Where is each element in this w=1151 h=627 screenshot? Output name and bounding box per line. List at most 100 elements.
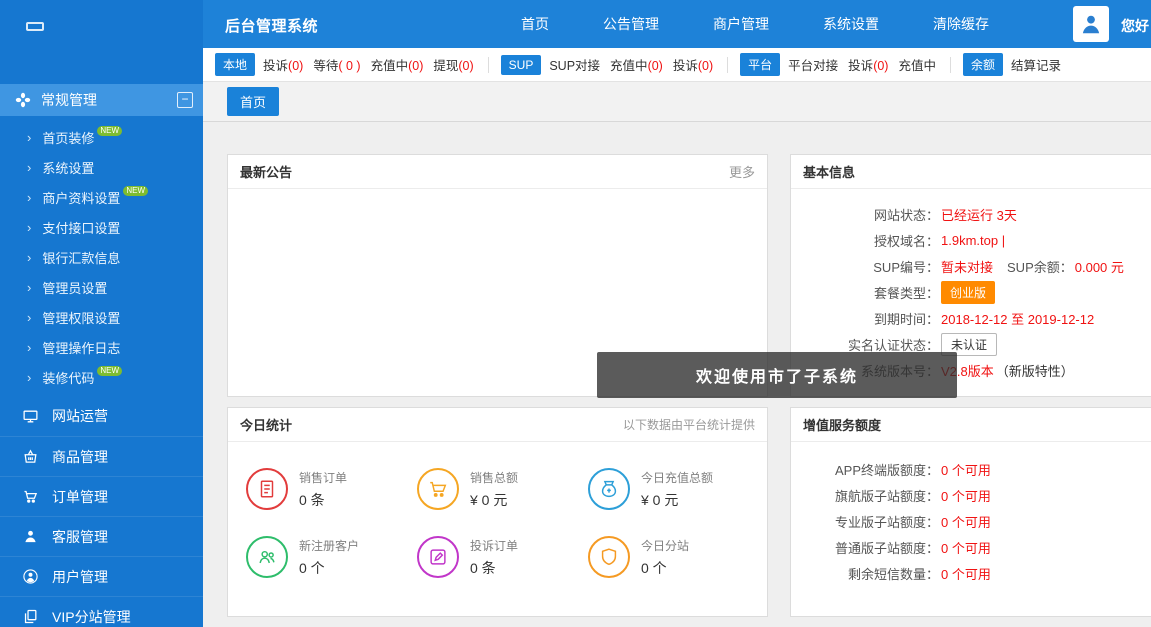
info-value: 0.000 元 bbox=[1075, 257, 1124, 276]
chevron-right-icon bbox=[27, 370, 31, 385]
plan-type-button[interactable]: 创业版 bbox=[941, 281, 995, 304]
sidebar-item-product-management[interactable]: 商品管理 bbox=[0, 436, 203, 476]
announcement-card-header: 最新公告 更多 bbox=[228, 155, 767, 189]
stat-platform-recharging[interactable]: 充值中 bbox=[898, 55, 936, 74]
user-avatar-icon[interactable] bbox=[1073, 6, 1109, 42]
basic-info-header: 基本信息 bbox=[791, 155, 1151, 189]
sidebar-group-label: 常规管理 bbox=[41, 90, 97, 110]
clover-icon bbox=[14, 91, 32, 109]
sidebar-item-label: 用户管理 bbox=[52, 567, 108, 587]
moneybag-icon bbox=[588, 468, 630, 510]
info-value: 0 个可用 bbox=[941, 538, 991, 557]
nav-home[interactable]: 首页 bbox=[521, 14, 549, 34]
divider bbox=[950, 57, 951, 73]
nav-system-settings[interactable]: 系统设置 bbox=[823, 14, 879, 34]
sidebar-item-user-management[interactable]: 用户管理 bbox=[0, 556, 203, 596]
stat-value: 0 条 bbox=[470, 558, 518, 578]
info-label: APP终端版额度： bbox=[791, 460, 939, 479]
tab-home[interactable]: 首页 bbox=[227, 87, 279, 116]
more-link[interactable]: 更多 bbox=[729, 162, 755, 181]
sidebar-item-decoration-code[interactable]: 装修代码 NEW bbox=[0, 362, 203, 392]
sidebar-item-customer-service[interactable]: 客服管理 bbox=[0, 516, 203, 556]
new-badge: NEW bbox=[123, 186, 148, 196]
sidebar-item-merchant-profile-settings[interactable]: 商户资料设置 NEW bbox=[0, 182, 203, 212]
row-remaining-sms-count: 剩余短信数量： 0 个可用 bbox=[791, 560, 1151, 586]
stat-label: 投诉订单 bbox=[470, 537, 518, 554]
edit-icon bbox=[417, 536, 459, 578]
badge-local: 本地 bbox=[215, 53, 255, 76]
info-value: 暂未对接 bbox=[941, 257, 993, 276]
stat-settlement-records[interactable]: 结算记录 bbox=[1011, 55, 1061, 74]
sidebar-group-regular-management[interactable]: 常规管理 − bbox=[0, 84, 203, 116]
stat-complaint-orders: 投诉订单 0 条 bbox=[417, 536, 588, 578]
nav-announcement-management[interactable]: 公告管理 bbox=[603, 14, 659, 34]
sidebar-item-label: 商户资料设置 bbox=[42, 188, 120, 207]
badge-sup: SUP bbox=[501, 55, 542, 75]
sidebar-logo bbox=[0, 0, 203, 70]
sidebar-item-admin-permission-settings[interactable]: 管理权限设置 bbox=[0, 302, 203, 332]
row-site-status: 网站状态： 已经运行 3天 bbox=[791, 201, 1151, 227]
stat-sales-total: 销售总额¥ 0 元 bbox=[417, 468, 588, 510]
info-label: 到期时间： bbox=[791, 309, 939, 328]
sidebar-item-vip-substation-management[interactable]: VIP分站管理 bbox=[0, 596, 203, 627]
quota-title: 增值服务额度 bbox=[803, 415, 881, 434]
info-label: 授权域名： bbox=[791, 231, 939, 250]
sidebar-item-label: 管理员设置 bbox=[42, 278, 107, 297]
sidebar-item-order-management[interactable]: 订单管理 bbox=[0, 476, 203, 516]
users-icon bbox=[246, 536, 288, 578]
top-header: 后台管理系统 首页 公告管理 商户管理 系统设置 清除缓存 您好 bbox=[203, 0, 1151, 48]
today-stats-note: 以下数据由平台统计提供 bbox=[623, 416, 755, 433]
row-app-quota: APP终端版额度： 0 个可用 bbox=[791, 456, 1151, 482]
nav-merchant-management[interactable]: 商户管理 bbox=[713, 14, 769, 34]
chevron-right-icon bbox=[27, 190, 31, 205]
info-value: 0 个可用 bbox=[941, 564, 991, 583]
receipt-icon bbox=[246, 468, 288, 510]
stat-local-waiting[interactable]: 等待( 0 ) bbox=[313, 55, 360, 74]
sidebar-item-payment-api-settings[interactable]: 支付接口设置 bbox=[0, 212, 203, 242]
today-stats-card: 今日统计 以下数据由平台统计提供 销售订单0 条 bbox=[227, 407, 768, 617]
sidebar-item-label: 装修代码 bbox=[42, 368, 94, 387]
stat-sales-orders: 销售订单0 条 bbox=[246, 468, 417, 510]
quota-rows: APP终端版额度： 0 个可用 旗航版子站额度： 0 个可用 专业版子站额度： … bbox=[791, 442, 1151, 586]
collapse-icon[interactable]: − bbox=[177, 92, 193, 108]
sidebar-mainnav: 网站运营 商品管理 订单管理 客服管理 bbox=[0, 396, 203, 627]
stat-value: ¥ 0 元 bbox=[470, 490, 518, 510]
sidebar-item-home-decoration[interactable]: 首页装修 NEW bbox=[0, 122, 203, 152]
stat-sup-complaints[interactable]: 投诉(0) bbox=[673, 55, 713, 74]
info-label: SUP余额： bbox=[1007, 257, 1073, 276]
tab-bar: 首页 bbox=[203, 82, 1151, 122]
stat-sup-recharging[interactable]: 充值中(0) bbox=[610, 55, 663, 74]
info-label: 实名认证状态： bbox=[791, 335, 939, 354]
nav-clear-cache[interactable]: 清除缓存 bbox=[933, 14, 989, 34]
row-standard-substation-quota: 普通版子站额度： 0 个可用 bbox=[791, 534, 1151, 560]
chevron-right-icon bbox=[27, 130, 31, 145]
sidebar-item-bank-transfer-info[interactable]: 银行汇款信息 bbox=[0, 242, 203, 272]
sidebar-item-label: VIP分站管理 bbox=[52, 607, 131, 627]
stat-sup-connect[interactable]: SUP对接 bbox=[549, 55, 600, 74]
stat-local-withdrawals[interactable]: 提现(0) bbox=[433, 55, 473, 74]
info-value: 1.9km.top | bbox=[941, 233, 1005, 248]
stat-platform-connect[interactable]: 平台对接 bbox=[788, 55, 838, 74]
stat-local-recharging[interactable]: 充值中(0) bbox=[371, 55, 424, 74]
chevron-right-icon bbox=[27, 280, 31, 295]
sidebar-item-system-settings[interactable]: 系统设置 bbox=[0, 152, 203, 182]
app-root: 常规管理 − 首页装修 NEW 系统设置 商户资料设置 NEW 支付接口设置 bbox=[0, 0, 1151, 627]
main-area: 后台管理系统 首页 公告管理 商户管理 系统设置 清除缓存 您好 本地 投诉(0… bbox=[203, 0, 1151, 627]
sidebar-item-admin-settings[interactable]: 管理员设置 bbox=[0, 272, 203, 302]
user-circle-icon bbox=[22, 568, 39, 585]
stat-value: 0 个 bbox=[299, 558, 359, 578]
sidebar-item-admin-operation-logs[interactable]: 管理操作日志 bbox=[0, 332, 203, 362]
stat-platform-complaints[interactable]: 投诉(0) bbox=[848, 55, 888, 74]
chevron-right-icon bbox=[27, 250, 31, 265]
info-label: 普通版子站额度： bbox=[791, 538, 939, 557]
chevron-right-icon bbox=[27, 340, 31, 355]
info-label: 旗航版子站额度： bbox=[791, 486, 939, 505]
info-label: 套餐类型： bbox=[791, 283, 939, 302]
stat-local-complaints[interactable]: 投诉(0) bbox=[263, 55, 303, 74]
sidebar: 常规管理 − 首页装修 NEW 系统设置 商户资料设置 NEW 支付接口设置 bbox=[0, 0, 203, 627]
sidebar-item-label: 首页装修 bbox=[42, 128, 94, 147]
badge-balance: 余额 bbox=[963, 53, 1003, 76]
row-professional-substation-quota: 专业版子站额度： 0 个可用 bbox=[791, 508, 1151, 534]
info-value: 已经运行 3天 bbox=[941, 205, 1017, 224]
sidebar-item-site-operation[interactable]: 网站运营 bbox=[0, 396, 203, 436]
